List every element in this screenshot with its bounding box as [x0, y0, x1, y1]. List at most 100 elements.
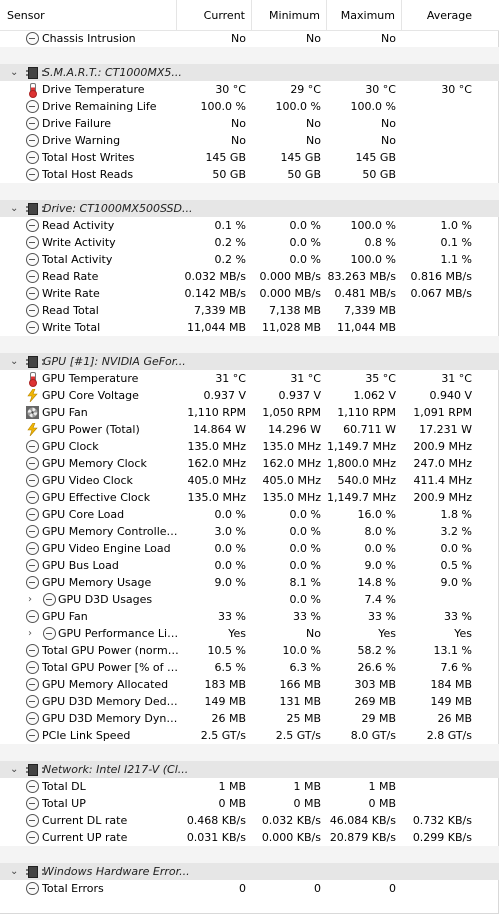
- sensor-group-header[interactable]: ⌄ Network: Intel I217-V (Cl...: [0, 761, 499, 778]
- current-value: 0.1 %: [214, 219, 246, 232]
- sensor-group-header[interactable]: ⌄ GPU [#1]: NVIDIA GeFor...: [0, 353, 499, 370]
- clock-icon: [26, 440, 39, 453]
- expand-chevron-icon[interactable]: ›: [28, 625, 32, 642]
- sensor-row[interactable]: GPU Video Engine Load 0.0 % 0.0 % 0.0 % 0.0 …: [0, 540, 499, 557]
- column-header-maximum[interactable]: Maximum: [327, 0, 402, 31]
- average-value: 9.0 %: [440, 576, 472, 589]
- sensor-row[interactable]: Current DL rate 0.468 KB/s 0.032 KB/s 46.08…: [0, 812, 499, 829]
- sensor-row[interactable]: Total DL 1 MB 1 MB 1 MB: [0, 778, 499, 795]
- sensor-row[interactable]: Write Rate 0.142 MB/s 0.000 MB/s 0.481 MB/s…: [0, 285, 499, 302]
- sensor-group-header[interactable]: ⌄ Drive: CT1000MX500SSD...: [0, 200, 499, 217]
- sensor-row[interactable]: GPU Memory Clock 162.0 MHz 162.0 MHz 1,800.…: [0, 455, 499, 472]
- current-value: 162.0 MHz: [187, 457, 246, 470]
- sensor-row[interactable]: GPU Video Clock 405.0 MHz 405.0 MHz 540.0 M…: [0, 472, 499, 489]
- sensor-row[interactable]: GPU Temperature 31 °C 31 °C 35 °C 31 °C: [0, 370, 499, 387]
- sensor-name: Total Errors: [42, 882, 104, 895]
- sensor-row[interactable]: Total Errors 0 0 0: [0, 880, 499, 897]
- minimum-value: 145 GB: [280, 151, 321, 164]
- sensor-row[interactable]: Read Rate 0.032 MB/s 0.000 MB/s 83.263 MB/s…: [0, 268, 499, 285]
- sensor-row[interactable]: Total UP 0 MB 0 MB 0 MB: [0, 795, 499, 812]
- sensor-row[interactable]: GPU Fan 1,110 RPM 1,050 RPM 1,110 RPM 1,091 …: [0, 404, 499, 421]
- minimum-value: 0.0 %: [289, 542, 321, 555]
- sensor-row[interactable]: Total GPU Power [% of T... 6.5 % 6.3 % 26.6…: [0, 659, 499, 676]
- sensor-row[interactable]: Drive Warning No No No: [0, 132, 499, 149]
- maximum-value: 0.481 MB/s: [334, 287, 396, 300]
- column-header-sensor[interactable]: Sensor: [0, 0, 177, 31]
- average-value: [402, 132, 478, 149]
- current-value: 0: [239, 882, 246, 895]
- sensor-row[interactable]: GPU Bus Load 0.0 % 0.0 % 9.0 % 0.5 %: [0, 557, 499, 574]
- sensor-row[interactable]: GPU D3D Memory Dedica... 149 MB 131 MB 269 …: [0, 693, 499, 710]
- sensor-name: Chassis Intrusion: [42, 32, 136, 45]
- sensor-row[interactable]: › GPU Performance Limits Yes No Yes Yes: [0, 625, 499, 642]
- maximum-value: 33 %: [368, 610, 396, 623]
- sensor-row[interactable]: GPU Memory Usage 9.0 % 8.1 % 14.8 % 9.0 %: [0, 574, 499, 591]
- average-value: 7.6 %: [440, 661, 472, 674]
- minimum-value: 0.0 %: [289, 219, 321, 232]
- sensor-row[interactable]: › GPU D3D Usages 0.0 % 7.4 %: [0, 591, 499, 608]
- clock-icon: [26, 270, 39, 283]
- sensor-name: GPU Core Load: [42, 508, 125, 521]
- sensor-row[interactable]: GPU Core Load 0.0 % 0.0 % 16.0 % 1.8 %: [0, 506, 499, 523]
- sensor-row[interactable]: GPU D3D Memory Dynamic 26 MB 25 MB 29 MB 26 …: [0, 710, 499, 727]
- average-value: [402, 319, 478, 336]
- average-value: 0.816 MB/s: [410, 270, 472, 283]
- sensor-row[interactable]: Read Total 7,339 MB 7,138 MB 7,339 MB: [0, 302, 499, 319]
- sensor-row[interactable]: GPU Memory Allocated 183 MB 166 MB 303 MB 18…: [0, 676, 499, 693]
- sensor-row[interactable]: Drive Remaining Life 100.0 % 100.0 % 100.0 …: [0, 98, 499, 115]
- sensor-row[interactable]: Current UP rate 0.031 KB/s 0.000 KB/s 20.87…: [0, 829, 499, 846]
- collapse-chevron-icon[interactable]: ⌄: [10, 200, 18, 217]
- collapse-chevron-icon[interactable]: ⌄: [10, 863, 18, 880]
- sensor-name: GPU Core Voltage: [42, 389, 139, 402]
- current-value: 135.0 MHz: [187, 491, 246, 504]
- average-value: 1.1 %: [440, 253, 472, 266]
- sensor-row[interactable]: GPU Memory Controller L... 3.0 % 0.0 % 8.0 …: [0, 523, 499, 540]
- average-value: [402, 795, 478, 812]
- sensor-row[interactable]: PCIe Link Speed 2.5 GT/s 2.5 GT/s 8.0 GT/s 2…: [0, 727, 499, 744]
- sensor-row[interactable]: Write Activity 0.2 % 0.0 % 0.8 % 0.1 %: [0, 234, 499, 251]
- sensor-row[interactable]: GPU Power (Total) 14.864 W 14.296 W 60.711 …: [0, 421, 499, 438]
- clock-icon: [26, 695, 39, 708]
- sensor-row[interactable]: GPU Effective Clock 135.0 MHz 135.0 MHz 1,1…: [0, 489, 499, 506]
- sensor-table: Sensor Current Minimum Maximum Average C…: [0, 0, 499, 914]
- sensor-row[interactable]: Read Activity 0.1 % 0.0 % 100.0 % 1.0 %: [0, 217, 499, 234]
- sensor-name: GPU Fan: [42, 610, 88, 623]
- average-value: 1.8 %: [440, 508, 472, 521]
- sensor-row[interactable]: Chassis Intrusion No No No: [0, 30, 499, 47]
- sensor-group-header[interactable]: ⌄ Windows Hardware Error...: [0, 863, 499, 880]
- current-value: 2.5 GT/s: [200, 729, 246, 742]
- sensor-group-header[interactable]: ⌄ S.M.A.R.T.: CT1000MX5...: [0, 64, 499, 81]
- maximum-value: 11,044 MB: [336, 321, 396, 334]
- sensor-row[interactable]: Total Host Writes 145 GB 145 GB 145 GB: [0, 149, 499, 166]
- average-value: [402, 302, 478, 319]
- column-header-average[interactable]: Average: [402, 0, 478, 31]
- sensor-row[interactable]: Write Total 11,044 MB 11,028 MB 11,044 MB: [0, 319, 499, 336]
- sensor-row[interactable]: Drive Failure No No No: [0, 115, 499, 132]
- sensor-row[interactable]: Total Activity 0.2 % 0.0 % 100.0 % 1.1 %: [0, 251, 499, 268]
- collapse-chevron-icon[interactable]: ⌄: [10, 64, 18, 81]
- average-value: 0.5 %: [440, 559, 472, 572]
- column-header-current[interactable]: Current: [177, 0, 252, 31]
- current-value: Yes: [228, 627, 246, 640]
- average-value: 200.9 MHz: [413, 440, 472, 453]
- sensor-row[interactable]: Total Host Reads 50 GB 50 GB 50 GB: [0, 166, 499, 183]
- sensor-row[interactable]: GPU Fan 33 % 33 % 33 % 33 %: [0, 608, 499, 625]
- sensor-name: Total GPU Power (normali...: [42, 644, 179, 657]
- minimum-value: 0.0 %: [289, 593, 321, 606]
- maximum-value: 303 MB: [354, 678, 396, 691]
- column-header-minimum[interactable]: Minimum: [252, 0, 327, 31]
- sensor-row[interactable]: GPU Clock 135.0 MHz 135.0 MHz 1,149.7 MHz 20…: [0, 438, 499, 455]
- minimum-value: No: [306, 627, 321, 640]
- sensor-name: Total GPU Power [% of T...: [42, 661, 179, 674]
- expand-chevron-icon[interactable]: ›: [28, 591, 32, 608]
- collapse-chevron-icon[interactable]: ⌄: [10, 761, 18, 778]
- sensor-row[interactable]: GPU Core Voltage 0.937 V 0.937 V 1.062 V 0.9…: [0, 387, 499, 404]
- clock-icon: [43, 627, 56, 640]
- sensor-name: Total Activity: [42, 253, 113, 266]
- sensor-name: Current DL rate: [42, 814, 128, 827]
- minimum-value: 0.0 %: [289, 525, 321, 538]
- sensor-row[interactable]: Drive Temperature 30 °C 29 °C 30 °C 30 °C: [0, 81, 499, 98]
- sensor-row[interactable]: Total GPU Power (normali... 10.5 % 10.0 % 5…: [0, 642, 499, 659]
- current-value: 33 %: [218, 610, 246, 623]
- collapse-chevron-icon[interactable]: ⌄: [10, 353, 18, 370]
